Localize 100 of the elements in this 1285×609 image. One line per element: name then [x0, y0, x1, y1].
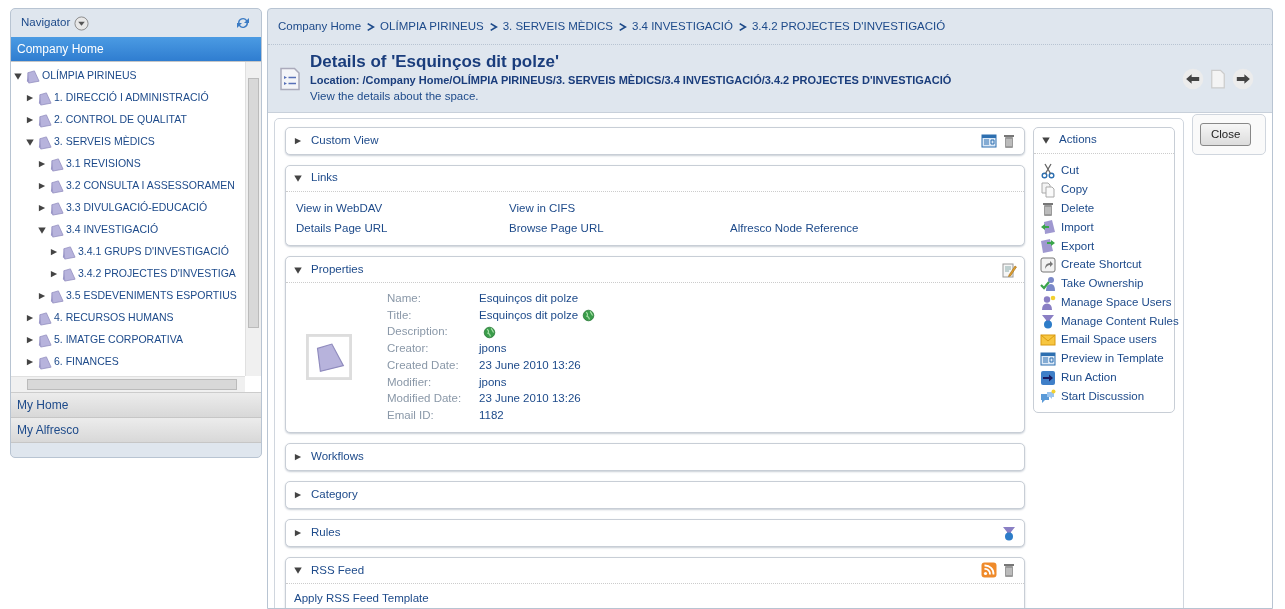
- property-value: Esquinços dit polze: [479, 291, 579, 307]
- section-title[interactable]: Properties: [311, 260, 364, 279]
- breadcrumb-link[interactable]: Company Home: [278, 18, 362, 36]
- user-icon[interactable]: [1040, 294, 1056, 311]
- tree-item[interactable]: 3.5 ESDEVENIMENTS ESPORTIUS: [66, 288, 237, 304]
- expander-icon[interactable]: [25, 93, 35, 103]
- funnel-icon[interactable]: [1001, 524, 1017, 541]
- expander-icon[interactable]: [49, 269, 59, 279]
- users-icon[interactable]: [1040, 275, 1056, 292]
- section-title[interactable]: Category: [311, 486, 358, 504]
- shortcut-icon[interactable]: [1040, 256, 1056, 273]
- sidebar-item[interactable]: My Home: [11, 393, 261, 418]
- globe-icon[interactable]: [483, 325, 496, 339]
- tree-item[interactable]: 5. IMATGE CORPORATIVA: [54, 332, 183, 348]
- expander-icon[interactable]: [293, 173, 303, 184]
- expander-icon[interactable]: [293, 527, 303, 538]
- link[interactable]: View in CIFS: [509, 199, 730, 217]
- link[interactable]: Apply RSS Feed Template: [294, 589, 1016, 607]
- action-link[interactable]: Start Discussion: [1061, 387, 1145, 406]
- space-thumbnail-icon: [306, 334, 352, 381]
- expander-icon[interactable]: [25, 313, 35, 323]
- tree-item[interactable]: 3. SERVEIS MÈDICS: [54, 134, 155, 150]
- action-link[interactable]: Import: [1061, 218, 1094, 236]
- navigator-title: Navigator: [21, 15, 71, 31]
- tree-item[interactable]: 3.1 REVISIONS: [66, 156, 141, 172]
- expander-icon[interactable]: [37, 225, 47, 235]
- tree-item[interactable]: 1. DIRECCIÓ I ADMINISTRACIÓ: [54, 90, 209, 106]
- export-icon[interactable]: [1040, 238, 1056, 255]
- section-title[interactable]: Custom View: [311, 131, 379, 150]
- section-title[interactable]: Workflows: [311, 448, 364, 466]
- expander-icon[interactable]: [293, 135, 303, 146]
- expander-icon[interactable]: [37, 291, 47, 301]
- action-link[interactable]: Copy: [1061, 181, 1088, 199]
- horizontal-scrollbar[interactable]: [11, 376, 245, 392]
- expander-icon[interactable]: [13, 71, 23, 81]
- expander-icon[interactable]: [37, 203, 47, 213]
- action-link[interactable]: Email Space users: [1061, 331, 1157, 349]
- tree-item[interactable]: OLÍMPIA PIRINEUS: [42, 68, 137, 84]
- expander-icon[interactable]: [293, 451, 303, 462]
- action-link[interactable]: Delete: [1061, 199, 1095, 218]
- expander-icon[interactable]: [25, 115, 35, 125]
- funnel-icon[interactable]: [1040, 313, 1056, 330]
- property-label: Creator:: [387, 341, 430, 357]
- expander-icon[interactable]: [293, 489, 303, 500]
- close-button[interactable]: Close: [1200, 122, 1252, 146]
- link[interactable]: Browse Page URL: [509, 219, 730, 238]
- trash-icon[interactable]: [1001, 562, 1017, 579]
- action-link[interactable]: Preview in Template: [1061, 350, 1164, 368]
- link[interactable]: Details Page URL: [296, 219, 509, 238]
- action-link[interactable]: Cut: [1061, 162, 1079, 180]
- action-link[interactable]: Create Shortcut: [1061, 256, 1142, 274]
- expander-icon[interactable]: [1041, 135, 1051, 146]
- action-link[interactable]: Manage Space Users: [1061, 293, 1172, 312]
- vertical-scrollbar[interactable]: [245, 62, 261, 376]
- expander-icon[interactable]: [25, 357, 35, 367]
- sidebar-item[interactable]: My Alfresco: [11, 418, 261, 443]
- breadcrumb-link[interactable]: 3. SERVEIS MÈDICS: [502, 18, 613, 36]
- tree-item[interactable]: 3.4 INVESTIGACIÓ: [66, 222, 159, 238]
- globe-icon[interactable]: [582, 309, 596, 323]
- trash-icon[interactable]: [1040, 200, 1056, 217]
- link[interactable]: View in WebDAV: [296, 199, 509, 217]
- tree-item[interactable]: 3.2 CONSULTA I ASSESSORAMEN: [66, 178, 235, 194]
- property-value: Esquinços dit polze: [479, 307, 579, 323]
- tree-item[interactable]: 3.3 DIVULGACIÓ-EDUCACIÓ: [66, 200, 208, 216]
- section-title[interactable]: Actions: [1059, 131, 1097, 149]
- tree-item[interactable]: 3.4.2 PROJECTES D'INVESTIGA: [78, 266, 236, 282]
- template-icon[interactable]: [981, 132, 997, 149]
- expander-icon[interactable]: [293, 565, 303, 576]
- trash-icon[interactable]: [1001, 132, 1017, 149]
- tree-item[interactable]: 3.4.1 GRUPS D'INVESTIGACIÓ: [78, 244, 229, 260]
- expander-icon[interactable]: [25, 137, 35, 147]
- expander-icon[interactable]: [37, 159, 47, 169]
- property-value: jpons: [479, 374, 507, 390]
- run-icon[interactable]: [1040, 369, 1056, 386]
- breadcrumb-link[interactable]: 3.4 INVESTIGACIÓ: [632, 18, 733, 36]
- action-link[interactable]: Take Ownership: [1061, 275, 1144, 293]
- section-title[interactable]: RSS Feed: [311, 561, 365, 579]
- tree-item[interactable]: 2. CONTROL DE QUALITAT: [54, 112, 187, 128]
- link[interactable]: Alfresco Node Reference: [730, 219, 1014, 238]
- sidebar-item[interactable]: Company Home: [11, 37, 261, 62]
- refresh-icon[interactable]: [235, 15, 251, 31]
- dropdown-icon[interactable]: [74, 15, 90, 31]
- action-link[interactable]: Export: [1061, 237, 1095, 255]
- property-value: 23 June 2010 13:26: [479, 357, 581, 373]
- scissors-icon[interactable]: [1040, 162, 1056, 179]
- expander-icon[interactable]: [25, 335, 35, 345]
- tree-item[interactable]: 4. RECURSOS HUMANS: [54, 310, 174, 326]
- expander-icon[interactable]: [49, 247, 59, 257]
- breadcrumb-link[interactable]: OLÍMPIA PIRINEUS: [380, 18, 484, 36]
- breadcrumb-link[interactable]: 3.4.2 PROJECTES D'INVESTIGACIÓ: [751, 18, 946, 36]
- tree-item[interactable]: 6. FINANCES: [54, 354, 119, 370]
- template-icon[interactable]: [1040, 350, 1056, 367]
- action-link[interactable]: Manage Content Rules: [1061, 312, 1179, 330]
- expander-icon[interactable]: [37, 181, 47, 191]
- action-link[interactable]: Run Action: [1061, 369, 1117, 387]
- chevron-icon: [737, 21, 747, 32]
- import-icon[interactable]: [1040, 219, 1056, 236]
- section-title[interactable]: Rules: [311, 524, 341, 542]
- edit-icon[interactable]: [1001, 261, 1017, 278]
- section-title[interactable]: Links: [311, 169, 338, 187]
